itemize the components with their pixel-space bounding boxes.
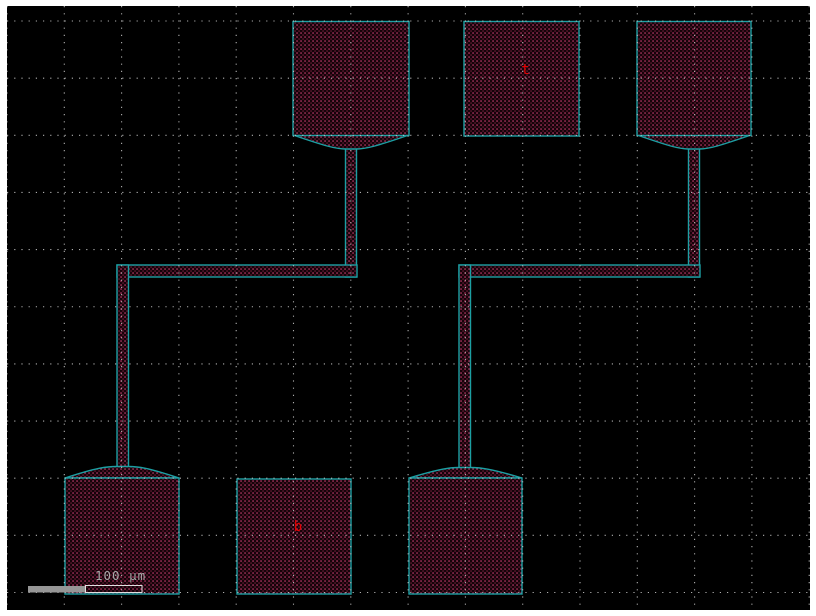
pad-bottom-right[interactable] [409,478,522,594]
layout-viewer-window: t b 100 µm [0,0,816,616]
pad-top-right[interactable] [637,22,751,136]
trace-left-net-vertical-bottom[interactable] [117,265,129,467]
pad-top-center[interactable] [464,22,579,137]
trace-right-net-horizontal[interactable] [459,265,700,277]
label-b[interactable]: b [294,519,302,535]
scale-bar-filled-segment [28,586,86,593]
layout-svg: t b 100 µm [0,0,816,616]
trace-left-net-vertical-top[interactable] [346,148,357,277]
trace-right-net-vertical-top[interactable] [689,148,700,277]
trace-right-net-vertical-bottom[interactable] [459,265,471,468]
trace-left-net-horizontal[interactable] [117,265,357,277]
scale-bar-label: 100 µm [95,568,146,583]
label-t[interactable]: t [521,62,529,78]
